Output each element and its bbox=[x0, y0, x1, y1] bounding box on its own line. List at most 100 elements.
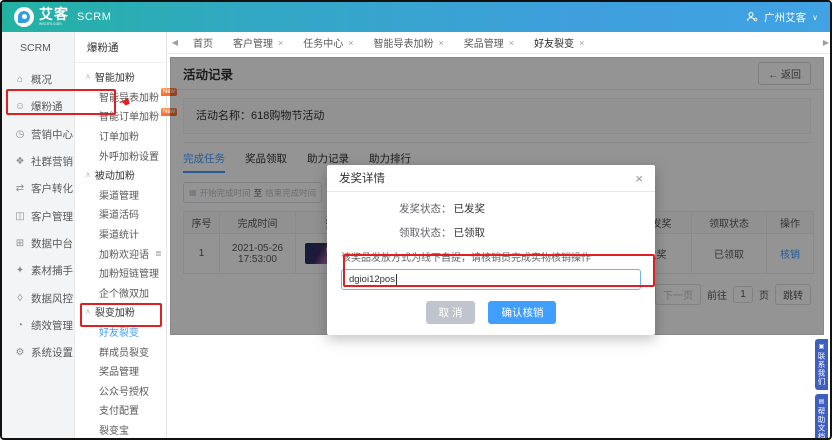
floating-buttons: ▣联系我们 ▤ 帮助文档 bbox=[815, 339, 828, 440]
brand-name: 艾客 bbox=[39, 7, 69, 21]
float-button-label: 帮助文档 bbox=[816, 407, 827, 440]
sidebar-item-gear[interactable]: ⚙系统设置 bbox=[2, 339, 74, 366]
close-tab-icon[interactable]: × bbox=[348, 38, 353, 48]
sidebar-item-customer[interactable]: ◫客户管理 bbox=[2, 202, 74, 229]
tab-scroll-right-icon[interactable]: ▶ bbox=[818, 38, 832, 47]
submenu-item[interactable]: 群成员裂变 bbox=[75, 341, 166, 361]
sidebar-item-label: 客户转化 bbox=[31, 181, 73, 196]
sidebar-item-group[interactable]: ❖社群营销 bbox=[2, 148, 74, 175]
submenu-group[interactable]: ∧ 智能加粉 bbox=[75, 67, 166, 87]
top-header: 艾客 wscrm.com SCRM 广州艾客 ∨ bbox=[2, 2, 830, 32]
submenu-item[interactable]: 渠道统计 bbox=[75, 224, 166, 244]
sidebar-item-clock[interactable]: ◷营销中心 bbox=[2, 121, 74, 148]
submenu-item[interactable]: 加粉欢迎语 ≣ bbox=[75, 243, 166, 263]
sidebar-item-label: 数据风控 bbox=[31, 291, 73, 306]
submenu-item[interactable]: 加粉短链管理 bbox=[75, 263, 166, 283]
verify-message: 该奖品发放方式为线下自提，请核销员完成实物核销操作 bbox=[327, 240, 655, 264]
sidebar-item-home[interactable]: ⌂ 概况 bbox=[2, 66, 74, 93]
submenu-item-label: 订单加粉 bbox=[99, 128, 139, 143]
submenu-item[interactable]: 渠道活码 bbox=[75, 204, 166, 224]
submenu-item-label: 智能导表加粉 bbox=[99, 89, 159, 104]
submenu-group[interactable]: ∧ 被动加粉 bbox=[75, 165, 166, 185]
submenu-item[interactable]: 裂变宝 bbox=[75, 420, 166, 440]
close-tab-icon[interactable]: × bbox=[509, 38, 514, 48]
close-tab-icon[interactable]: × bbox=[439, 38, 444, 48]
convert-icon: ⇄ bbox=[14, 183, 26, 194]
submenu-item[interactable]: 企个微双加 bbox=[75, 283, 166, 303]
submenu-item[interactable]: 好友裂变 bbox=[75, 322, 166, 342]
submenu-item-label: 公众号授权 bbox=[99, 383, 149, 398]
submenu-item-label: 渠道管理 bbox=[99, 187, 139, 202]
data-icon: ⊞ bbox=[14, 238, 26, 249]
page-tab[interactable]: 客户管理 × bbox=[223, 32, 293, 53]
sidebar-item-label: 营销中心 bbox=[31, 127, 73, 142]
submenu-group-label: 智能加粉 bbox=[95, 69, 135, 84]
submenu-item[interactable]: 奖品管理 bbox=[75, 361, 166, 381]
close-icon[interactable]: × bbox=[635, 172, 643, 185]
secondary-sidebar: 爆粉通 ∧ 智能加粉智能导表加粉New智能订单加粉New 订单加粉外呼加粉设置 ∧ 被动… bbox=[75, 32, 167, 440]
account-menu[interactable]: 广州艾客 ∨ bbox=[746, 10, 818, 25]
submenu-item-label: 裂变宝 bbox=[99, 422, 129, 437]
page-tab[interactable]: 任务中心× bbox=[293, 32, 363, 53]
submenu-item[interactable]: 公众号授权 bbox=[75, 381, 166, 401]
submenu-item[interactable]: 外呼加粉设置 bbox=[75, 145, 166, 165]
confirm-verify-button[interactable]: 确认核销 bbox=[488, 301, 556, 324]
home-icon: ⌂ bbox=[14, 74, 26, 85]
sidebar-item-user[interactable]: ☺ 爆粉通 bbox=[2, 93, 74, 120]
tab-scroll-left-icon[interactable]: ◀ bbox=[167, 38, 183, 47]
app-window: 艾客 wscrm.com SCRM 广州艾客 ∨ SCRM ⌂ 概况 ☺ 爆粉通 ◷营销… bbox=[0, 0, 832, 440]
page-tab-label: 客户管理 bbox=[233, 35, 273, 50]
submenu-item-label: 智能订单加粉 bbox=[99, 108, 159, 123]
sidebar-item-performance[interactable]: ◔绩效管理 bbox=[2, 312, 74, 339]
sidebar-item-data[interactable]: ⊞ 数据中台 bbox=[2, 230, 74, 257]
submenu-item-label: 外呼加粉设置 bbox=[99, 148, 159, 163]
sidebar-item-shield[interactable]: ◊数据风控 bbox=[2, 284, 74, 311]
sidebar-item-label: 数据中台 bbox=[31, 236, 73, 251]
submenu-item-label: 渠道活码 bbox=[99, 206, 139, 221]
submenu-item-label: 好友裂变 bbox=[99, 324, 139, 339]
float-button-chat[interactable]: ▣联系我们 bbox=[815, 339, 828, 390]
page-tab[interactable]: 首页 bbox=[183, 32, 223, 53]
page-tab[interactable]: 智能导表加粉× bbox=[364, 32, 454, 53]
submenu-item-label: 加粉欢迎语 bbox=[99, 246, 149, 261]
award-status-label: 发奖状态： bbox=[399, 201, 452, 216]
product-name: SCRM bbox=[77, 11, 111, 23]
sidebar-item-material[interactable]: ✦素材捕手 bbox=[2, 257, 74, 284]
doc-icon: ▤ bbox=[819, 398, 825, 405]
submenu-group-label: 裂变加粉 bbox=[95, 304, 135, 319]
submenu-item[interactable]: 渠道管理 bbox=[75, 185, 166, 205]
submenu-title: 爆粉通 bbox=[75, 32, 166, 63]
sidebar-item-label: 概况 bbox=[31, 72, 52, 87]
chevron-up-icon: ∧ bbox=[85, 170, 91, 179]
submenu-item-label: 支付配置 bbox=[99, 402, 139, 417]
submenu-item[interactable]: 智能订单加粉New bbox=[75, 106, 166, 126]
float-button-doc[interactable]: ▤ 帮助文档 bbox=[815, 394, 828, 440]
award-detail-modal: 发奖详情 × 发奖状态： 已发奖 领取状态： 已领取 该奖品发放方式为线下自提，… bbox=[327, 165, 655, 335]
chevron-up-icon: ∧ bbox=[85, 72, 91, 81]
submenu-item[interactable]: 智能导表加粉New bbox=[75, 87, 166, 107]
sidebar-item-label: 客户管理 bbox=[31, 209, 73, 224]
gear-icon: ⚙ bbox=[14, 347, 26, 358]
page-tab-label: 好友裂变 bbox=[534, 35, 574, 50]
account-name: 广州艾客 bbox=[764, 10, 806, 25]
submenu-group-label: 被动加粉 bbox=[95, 167, 135, 182]
performance-icon: ◔ bbox=[14, 320, 26, 331]
page-tab[interactable]: 好友裂变 × bbox=[524, 32, 594, 53]
float-button-label: 联系我们 bbox=[816, 352, 827, 386]
page-tab[interactable]: 奖品管理× bbox=[454, 32, 524, 53]
submenu-item[interactable]: 支付配置 bbox=[75, 400, 166, 420]
primary-sidebar: SCRM ⌂ 概况 ☺ 爆粉通 ◷营销中心❖社群营销 ⇄ 客户转化 ◫客户管理 ⊞ 数据中台 ✦素材… bbox=[2, 32, 75, 440]
submenu-group[interactable]: ∧裂变加粉 bbox=[75, 302, 166, 322]
list-icon: ≣ bbox=[155, 249, 162, 258]
submenu-item-label: 加粉短链管理 bbox=[99, 265, 159, 280]
sidebar-item-label: 爆粉通 bbox=[31, 99, 63, 114]
user-icon: ☺ bbox=[14, 101, 26, 112]
cancel-button[interactable]: 取 消 bbox=[426, 301, 476, 324]
close-tab-icon[interactable]: × bbox=[579, 38, 584, 48]
verify-code-input[interactable]: dgioi12pos bbox=[341, 269, 641, 290]
page-tab-label: 首页 bbox=[193, 35, 213, 50]
sidebar-item-convert[interactable]: ⇄ 客户转化 bbox=[2, 175, 74, 202]
sidebar-title: SCRM bbox=[2, 32, 74, 66]
submenu-item[interactable]: 订单加粉 bbox=[75, 126, 166, 146]
close-tab-icon[interactable]: × bbox=[278, 38, 283, 48]
